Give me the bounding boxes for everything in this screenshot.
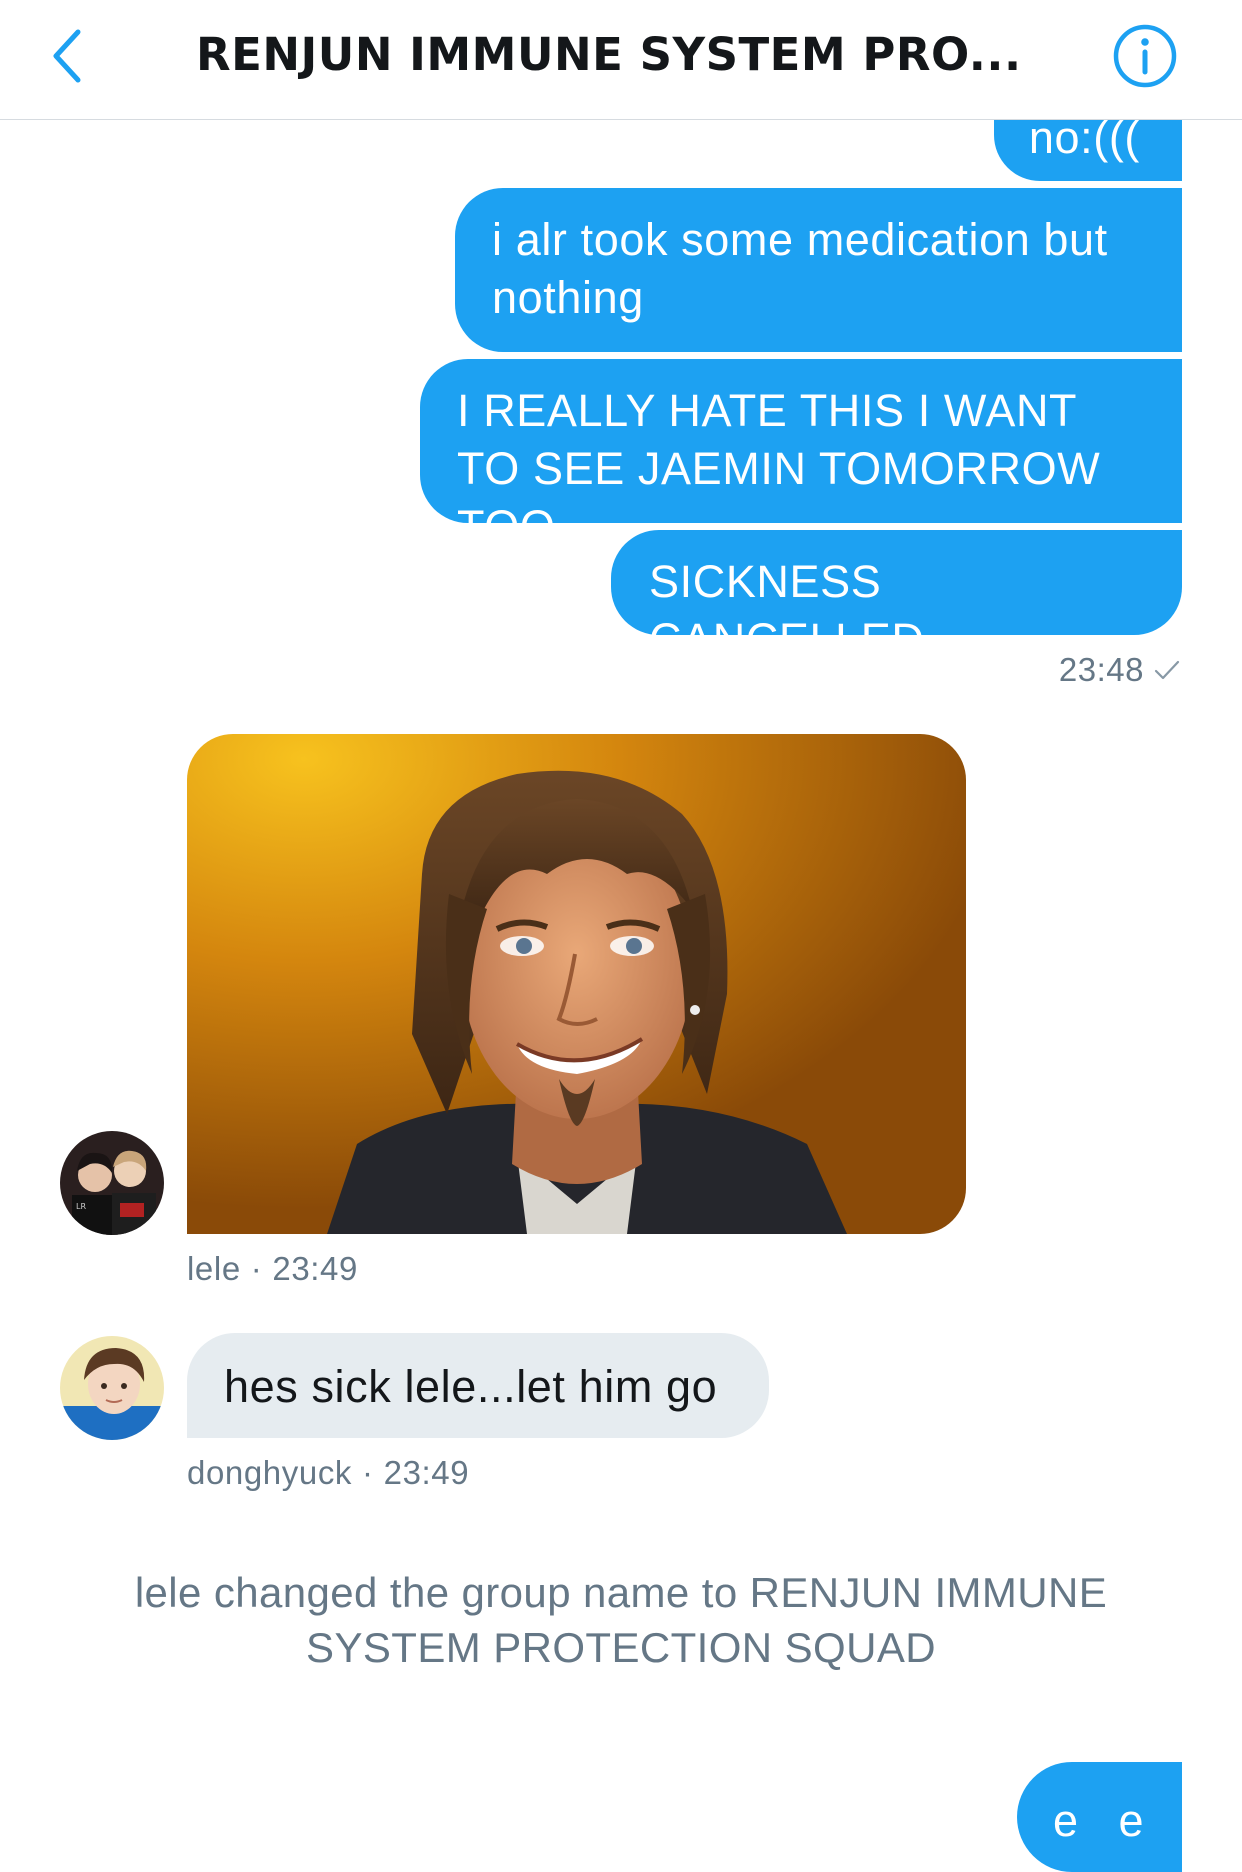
svg-text:LR: LR [76, 1202, 86, 1211]
avatar[interactable]: LR [60, 1131, 164, 1235]
message-text: I REALLY HATE THIS I WANT TO SEE JAEMIN … [457, 385, 1101, 552]
message-text: i alr took some medication but nothing [492, 214, 1108, 323]
info-circle-icon [1113, 24, 1177, 88]
donghyuck-avatar-image [60, 1336, 164, 1440]
incoming-message-meta: donghyuck · 23:49 [187, 1451, 469, 1495]
sender-name[interactable]: lele [187, 1250, 241, 1287]
message-timestamp: 23:49 [383, 1454, 470, 1491]
lele-avatar-image: LR [60, 1131, 164, 1235]
photo-image [187, 734, 966, 1234]
outgoing-message-bubble[interactable]: SICKNESS CANCELLED [611, 530, 1182, 665]
outgoing-message-bubble[interactable]: no:((( [994, 119, 1182, 181]
message-text: no:((( [1028, 119, 1140, 163]
incoming-message-meta: lele · 23:49 [187, 1247, 358, 1291]
meta-separator: · [362, 1454, 374, 1491]
conversation-title[interactable]: RENJUN IMMUNE SYSTEM PRO... [196, 20, 1046, 90]
conversation-info-button[interactable] [1112, 23, 1178, 89]
outgoing-message-bubble[interactable]: I REALLY HATE THIS I WANT TO SEE JAEMIN … [420, 359, 1182, 552]
avatar[interactable] [60, 1336, 164, 1440]
group-name-change-notice: lele changed the group name to RENJUN IM… [134, 1569, 1108, 1671]
outgoing-message-bubble[interactable]: i alr took some medication but nothing [455, 188, 1182, 352]
message-text: e e [1053, 1795, 1158, 1846]
message-text: hes sick lele...let him go [224, 1361, 718, 1412]
incoming-message-bubble[interactable]: hes sick lele...let him go [187, 1333, 769, 1438]
conversation-header: RENJUN IMMUNE SYSTEM PRO... [0, 0, 1242, 120]
meta-separator: · [250, 1250, 263, 1287]
message-photo-attachment[interactable] [187, 734, 966, 1234]
outgoing-message-meta: 23:48 [1059, 648, 1182, 692]
message-timestamp: 23:49 [272, 1250, 358, 1287]
checkmark-icon [1152, 655, 1182, 685]
sender-name[interactable]: donghyuck [187, 1454, 352, 1491]
message-timestamp: 23:48 [1058, 651, 1144, 688]
outgoing-message-bubble[interactable]: e e [1017, 1762, 1182, 1872]
chevron-left-icon [53, 29, 81, 83]
back-button[interactable] [46, 26, 90, 86]
message-text: SICKNESS CANCELLED [649, 556, 925, 665]
